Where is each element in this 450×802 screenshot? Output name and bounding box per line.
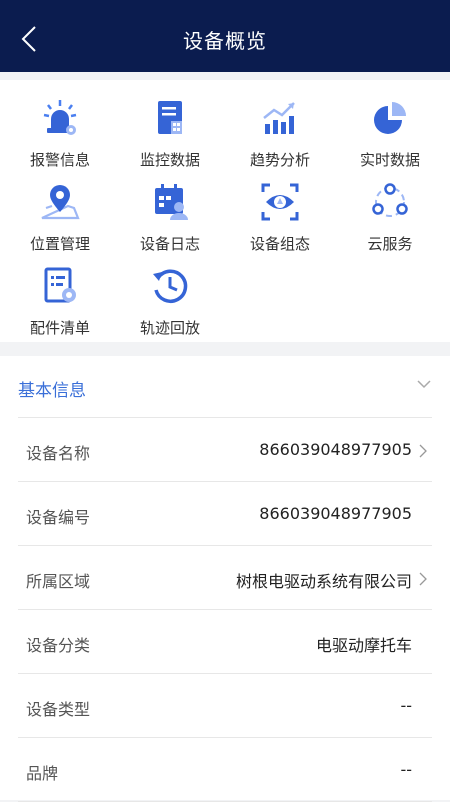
info-row-category: 设备分类 电驱动摩托车 bbox=[18, 610, 432, 674]
monitor-document-icon bbox=[158, 101, 182, 134]
function-grid: 报警信息 监控数据 趋势分析 实时数据 位置管理 设备日志 设备组态 云服务 配… bbox=[0, 80, 450, 342]
calendar-user-icon bbox=[155, 184, 188, 220]
basic-info-header[interactable]: 基本信息 bbox=[18, 356, 432, 418]
grid-item-label: 实时数据 bbox=[359, 151, 420, 169]
page-title: 设备概览 bbox=[183, 29, 267, 53]
grid-item-log[interactable]: 设备日志 bbox=[114, 172, 226, 253]
eye-frame-icon bbox=[261, 183, 299, 221]
info-row-device-name[interactable]: 设备名称 866039048977905 bbox=[18, 418, 432, 482]
info-row-device-id: 设备编号 866039048977905 bbox=[18, 482, 432, 546]
info-row-key: 设备编号 bbox=[26, 508, 91, 527]
basic-info-title: 基本信息 bbox=[18, 381, 86, 401]
info-row-type: 设备类型 -- bbox=[18, 674, 432, 738]
chevron-right-icon bbox=[419, 572, 427, 586]
grid-item-label: 监控数据 bbox=[139, 151, 200, 169]
grid-item-label: 配件清单 bbox=[29, 319, 90, 337]
chevron-down-icon bbox=[417, 380, 431, 389]
alarm-light-icon bbox=[43, 100, 77, 135]
chevron-right-icon bbox=[419, 444, 427, 458]
grid-item-label: 报警信息 bbox=[29, 151, 90, 169]
info-row-key: 设备名称 bbox=[26, 444, 91, 463]
info-row-brand: 品牌 -- bbox=[18, 738, 432, 802]
grid-item-label: 云服务 bbox=[367, 235, 413, 253]
cloud-network-icon bbox=[372, 183, 408, 217]
history-replay-icon bbox=[153, 269, 188, 303]
info-row-value: 树根电驱动系统有限公司 bbox=[235, 572, 412, 591]
grid-item-cloud[interactable]: 云服务 bbox=[334, 172, 446, 253]
info-row-value: 866039048977905 bbox=[259, 440, 412, 459]
basic-info-panel: 基本信息 设备名称 866039048977905 设备编号 866039048… bbox=[0, 356, 450, 802]
grid-item-parts[interactable]: 配件清单 bbox=[4, 256, 116, 337]
info-row-value: -- bbox=[400, 760, 412, 779]
app-header: 设备概览 bbox=[0, 0, 450, 72]
grid-item-location[interactable]: 位置管理 bbox=[4, 172, 116, 253]
location-pin-icon bbox=[41, 185, 80, 220]
grid-item-monitor[interactable]: 监控数据 bbox=[114, 88, 226, 169]
grid-item-label: 轨迹回放 bbox=[139, 319, 200, 337]
parts-list-icon bbox=[44, 267, 76, 303]
grid-item-config[interactable]: 设备组态 bbox=[224, 172, 336, 253]
trend-chart-icon bbox=[263, 102, 295, 134]
grid-item-label: 位置管理 bbox=[29, 235, 90, 253]
grid-item-realtime[interactable]: 实时数据 bbox=[334, 88, 446, 169]
info-row-key: 设备分类 bbox=[26, 636, 91, 655]
grid-item-alarm[interactable]: 报警信息 bbox=[4, 88, 116, 169]
info-row-value: 866039048977905 bbox=[259, 504, 412, 523]
info-row-key: 设备类型 bbox=[26, 700, 91, 719]
info-row-region[interactable]: 所属区域 树根电驱动系统有限公司 bbox=[18, 546, 432, 610]
grid-item-trend[interactable]: 趋势分析 bbox=[224, 88, 336, 169]
pie-chart-icon bbox=[374, 102, 406, 134]
info-row-value: -- bbox=[400, 696, 412, 715]
grid-item-label: 趋势分析 bbox=[249, 151, 310, 169]
info-row-key: 品牌 bbox=[26, 764, 59, 783]
grid-item-replay[interactable]: 轨迹回放 bbox=[114, 256, 226, 337]
info-row-key: 所属区域 bbox=[26, 572, 91, 591]
info-row-value: 电驱动摩托车 bbox=[315, 636, 412, 655]
grid-item-label: 设备日志 bbox=[139, 235, 200, 253]
grid-item-label: 设备组态 bbox=[249, 235, 310, 253]
